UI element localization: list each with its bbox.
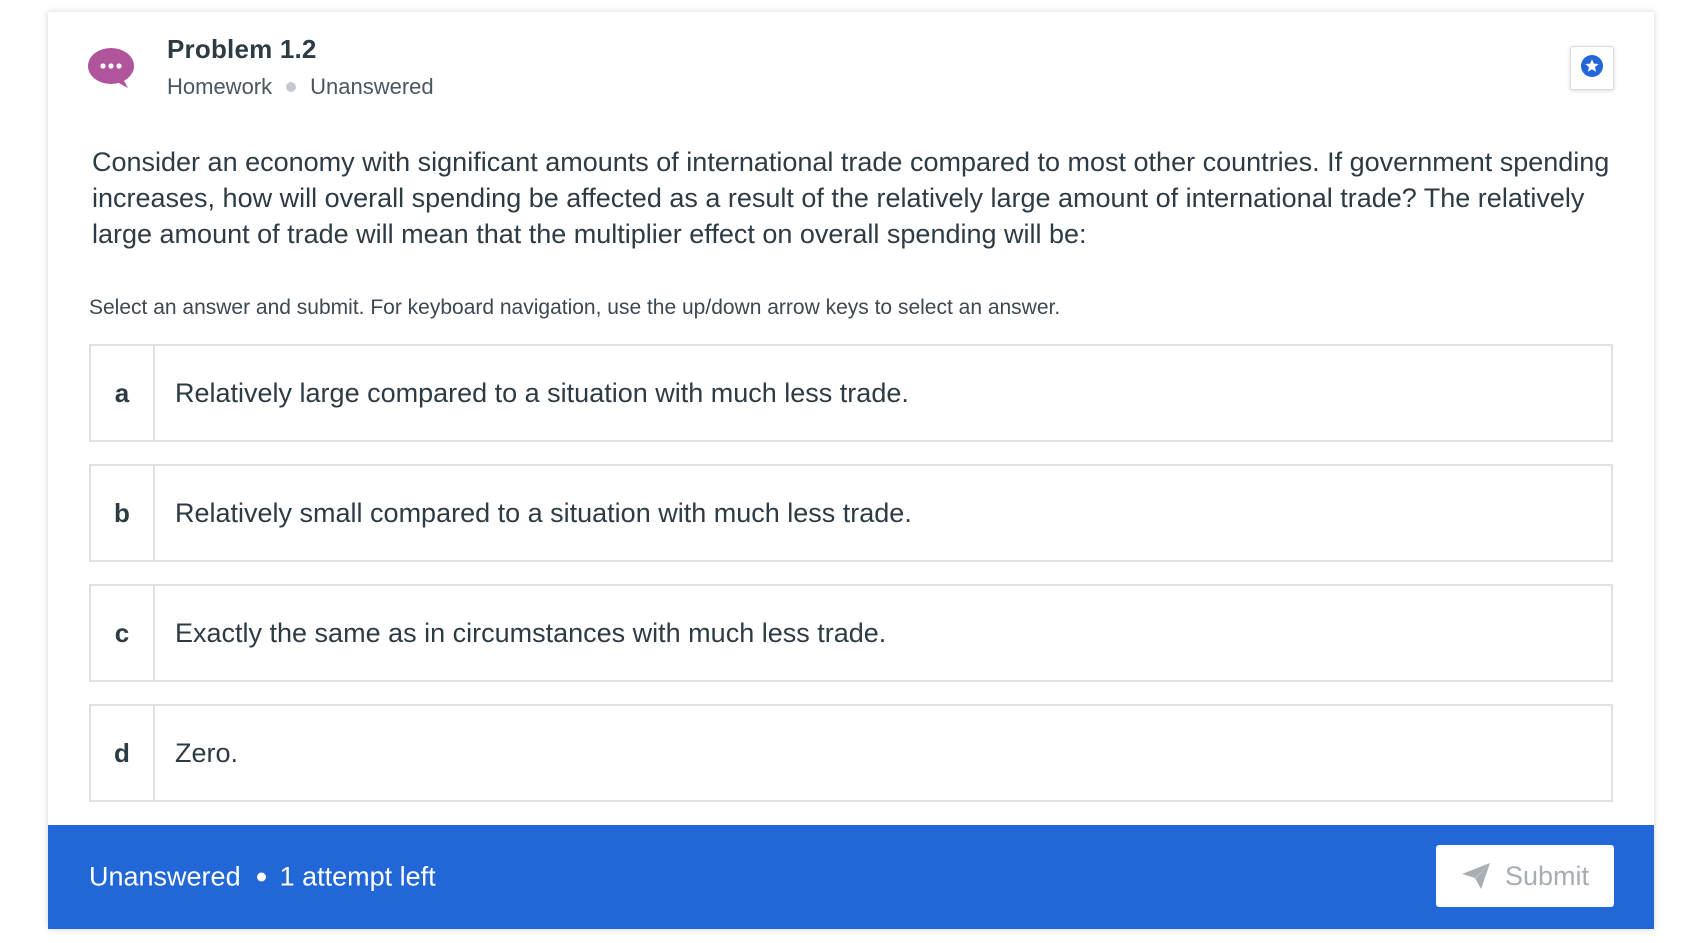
chat-bubble-icon — [88, 47, 138, 91]
answer-choice-a[interactable]: a Relatively large compared to a situati… — [89, 344, 1613, 442]
submission-status: Unanswered 1 attempt left — [89, 862, 436, 893]
star-badge-icon — [1580, 54, 1604, 83]
bookmark-button[interactable] — [1570, 46, 1614, 90]
problem-header: Problem 1.2 Homework Unanswered — [48, 12, 1654, 112]
problem-status: Unanswered — [310, 74, 434, 99]
problem-title: Problem 1.2 — [167, 34, 317, 64]
submit-label: Submit — [1504, 860, 1590, 891]
paper-plane-icon — [1461, 862, 1491, 890]
attempts-left: 1 attempt left — [279, 861, 436, 892]
choice-letter: c — [91, 586, 155, 680]
choice-text: Relatively large compared to a situation… — [175, 377, 909, 408]
choice-letter: a — [91, 346, 155, 440]
choice-letter: d — [91, 706, 155, 800]
footer-status: Unanswered — [89, 861, 241, 892]
submit-button[interactable]: Submit — [1436, 845, 1614, 907]
submission-footer: Unanswered 1 attempt left Submit — [48, 825, 1654, 929]
choice-letter: b — [91, 466, 155, 560]
answer-choice-c[interactable]: c Exactly the same as in circumstances w… — [89, 584, 1613, 682]
question-text: Consider an economy with significant amo… — [92, 147, 1610, 249]
separator-dot — [256, 872, 266, 882]
problem-meta: Homework Unanswered — [167, 74, 434, 100]
choice-text: Exactly the same as in circumstances wit… — [175, 617, 887, 648]
choice-text: Zero. — [175, 737, 239, 768]
choice-text: Relatively small compared to a situation… — [175, 497, 912, 528]
answer-choices: a Relatively large compared to a situati… — [89, 344, 1613, 824]
problem-card: Problem 1.2 Homework Unanswered Consider… — [48, 12, 1654, 929]
answer-choice-b[interactable]: b Relatively small compared to a situati… — [89, 464, 1613, 562]
answer-choice-d[interactable]: d Zero. — [89, 704, 1613, 802]
answer-instructions: Select an answer and submit. For keyboar… — [89, 296, 1061, 319]
problem-category: Homework — [167, 74, 273, 99]
separator-dot — [286, 82, 297, 92]
